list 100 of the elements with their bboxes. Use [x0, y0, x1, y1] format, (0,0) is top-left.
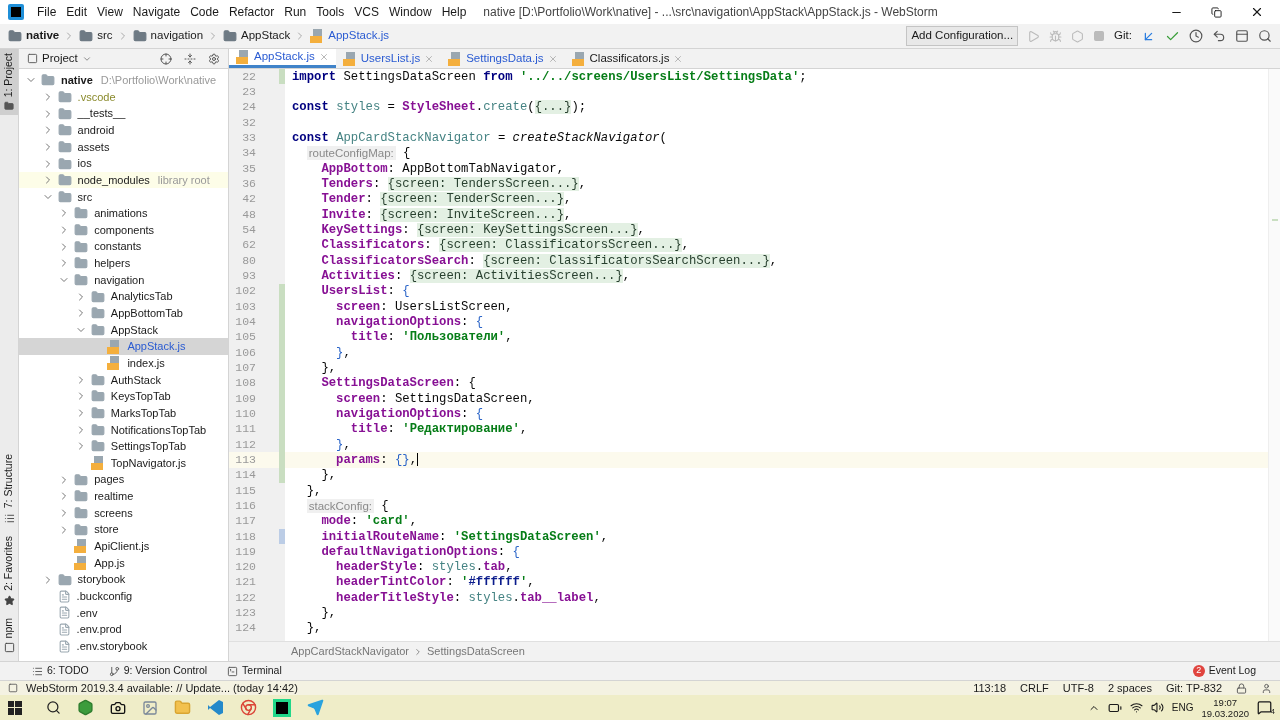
folded-code[interactable]: {screen: TenderScreen...}	[380, 192, 564, 207]
tree-item[interactable]: .vscode	[19, 88, 228, 106]
status-item[interactable]: 2 spaces	[1107, 679, 1152, 697]
tree-item[interactable]: AppBottomTab	[19, 304, 228, 322]
status-item[interactable]: CRLF	[1020, 679, 1049, 697]
add-configuration-button[interactable]: Add Configuration...	[906, 26, 1019, 46]
menu-item[interactable]: Run	[279, 3, 312, 21]
folded-code[interactable]: {screen: ClassificatorsSearchScreen...}	[483, 253, 770, 268]
folded-code[interactable]: {screen: ActivitiesScreen...}	[409, 268, 623, 283]
search-icon[interactable]	[46, 700, 61, 715]
folded-code[interactable]: {screen: InviteScreen...}	[380, 207, 564, 222]
tree-item[interactable]: TopNavigator.js	[19, 454, 228, 472]
tree-item[interactable]: src	[19, 188, 228, 206]
tree-item[interactable]: constants	[19, 238, 228, 256]
camera-icon[interactable]	[110, 699, 126, 716]
wifi-icon[interactable]	[1129, 701, 1143, 714]
window-icon[interactable]	[1235, 29, 1249, 43]
close-icon[interactable]	[1250, 5, 1264, 19]
editor-tab[interactable]: UsersList.js	[335, 49, 442, 68]
speaker-icon[interactable]	[1150, 701, 1164, 714]
tree-item[interactable]: index.js	[19, 354, 228, 372]
editor-tab[interactable]: SettingsData.js	[441, 49, 565, 68]
tree-item[interactable]: storybook	[19, 571, 228, 588]
clock-date[interactable]: 19.03.2020	[1201, 707, 1249, 719]
breadcrumb[interactable]: AppCardStackNavigator	[291, 643, 409, 660]
tree-item[interactable]: __tests__	[19, 105, 228, 122]
tree-item[interactable]: pages	[19, 471, 228, 488]
person-icon[interactable]	[1261, 682, 1272, 694]
tree-item[interactable]: AnalyticsTab	[19, 288, 228, 305]
tree-item[interactable]: store	[19, 521, 228, 538]
menu-item[interactable]: Help	[436, 3, 472, 21]
history-icon[interactable]	[1189, 29, 1203, 43]
tree-item[interactable]: .env.prod	[19, 621, 228, 638]
path-segment[interactable]: native	[26, 27, 60, 45]
tree-item[interactable]: components	[19, 221, 228, 239]
panel-title[interactable]: Project	[42, 49, 78, 68]
tool-window-tab[interactable]: npm	[1, 617, 17, 638]
tree-item[interactable]: AppStack	[19, 321, 228, 339]
tool-window-tab[interactable]: 2: Favorites	[1, 535, 17, 591]
tree-item[interactable]: native D:\Portfolio\Work\native	[19, 72, 228, 89]
bug-icon[interactable]	[1049, 29, 1063, 43]
stop-icon[interactable]	[1093, 30, 1106, 42]
browser-icon[interactable]	[240, 699, 257, 716]
scrollbar-track[interactable]	[1268, 69, 1280, 641]
tool-window-button[interactable]: Terminal	[227, 663, 282, 679]
menu-item[interactable]: View	[92, 3, 128, 21]
tree-item[interactable]: .buckconfig	[19, 587, 228, 605]
menu-item[interactable]: Edit	[61, 3, 93, 21]
rollback-icon[interactable]	[1212, 29, 1226, 43]
path-segment[interactable]: AppStack.js	[328, 27, 389, 45]
tool-window-button[interactable]: 9: Version Control	[108, 663, 208, 679]
path-segment[interactable]: navigation	[150, 27, 204, 45]
tree-item[interactable]: NotificationsTopTab	[19, 421, 228, 439]
menu-item[interactable]: Navigate	[127, 3, 186, 21]
picture-icon[interactable]	[142, 699, 158, 716]
language-indicator[interactable]: ENG	[1171, 700, 1194, 715]
tree-item[interactable]: MarksTopTab	[19, 404, 228, 422]
menu-item[interactable]: Code	[185, 3, 224, 21]
status-item[interactable]: UTF-8	[1062, 679, 1094, 697]
tree-item[interactable]: assets	[19, 138, 228, 156]
tree-item[interactable]: .env	[19, 604, 228, 622]
code-editor-icon[interactable]	[207, 699, 224, 716]
path-segment[interactable]: AppStack	[241, 27, 291, 45]
tree-item[interactable]: KeysTopTab	[19, 388, 228, 405]
tree-item[interactable]: navigation	[19, 271, 228, 289]
tree-item[interactable]: App.js	[19, 554, 228, 572]
status-item[interactable]: Git: TP-832	[1165, 679, 1222, 697]
tree-item[interactable]: AuthStack	[19, 371, 228, 389]
tree-item[interactable]: SettingsTopTab	[19, 438, 228, 455]
menu-item[interactable]: Window	[383, 3, 437, 21]
editor-tab[interactable]: AppStack.js	[229, 49, 336, 68]
run-icon[interactable]	[1027, 29, 1041, 43]
restore-icon[interactable]	[1211, 6, 1222, 18]
breadcrumb[interactable]: SettingsDataScreen	[427, 643, 525, 660]
tree-item[interactable]: helpers	[19, 255, 228, 272]
tree-item[interactable]: node_modules library root	[19, 171, 228, 189]
tree-item[interactable]: animations	[19, 205, 228, 222]
windows-logo-icon[interactable]	[8, 700, 22, 715]
tree-item[interactable]: AppStack.js	[19, 338, 228, 355]
folded-code[interactable]: {...}	[534, 100, 572, 115]
folded-code[interactable]: {screen: TendersScreen...}	[387, 176, 579, 191]
settings-icon[interactable]	[208, 52, 220, 65]
tree-item[interactable]: ios	[19, 155, 228, 172]
menu-item[interactable]: Tools	[311, 3, 350, 21]
locate-icon[interactable]	[160, 52, 172, 65]
tool-window-button[interactable]: 6: TODO	[32, 663, 89, 679]
hexagon-icon[interactable]	[77, 699, 94, 716]
tool-window-tab[interactable]: 7: Structure	[1, 454, 17, 509]
folder-icon[interactable]	[174, 699, 191, 716]
editor-tab[interactable]: Classificators.js	[564, 49, 691, 68]
clock-time[interactable]: 19:07	[1213, 696, 1238, 708]
folded-code[interactable]: {screen: KeySettingsScreen...}	[417, 222, 638, 237]
menu-item[interactable]: File	[32, 3, 62, 21]
tree-item[interactable]: screens	[19, 504, 228, 522]
tree-item[interactable]: realtime	[19, 488, 228, 505]
lock-icon[interactable]	[1236, 682, 1247, 694]
menu-item[interactable]: VCS	[349, 3, 384, 21]
path-segment[interactable]: src	[97, 27, 113, 45]
tree-item[interactable]: android	[19, 121, 228, 139]
tree-item[interactable]: ApiClient.js	[19, 537, 228, 555]
